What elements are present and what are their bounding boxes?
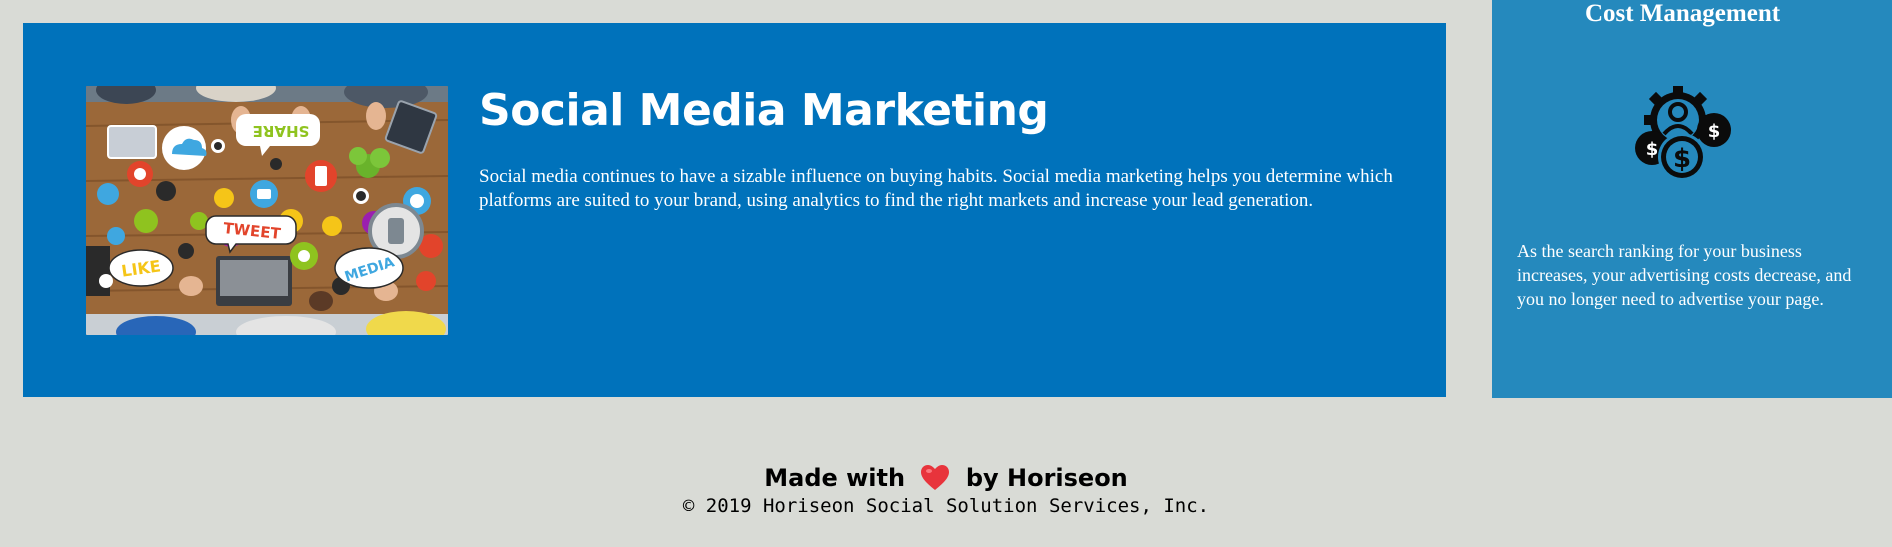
- benefit-description: As the search ranking for your business …: [1517, 241, 1852, 309]
- benefit-title: Cost Management: [1584, 0, 1781, 27]
- footer-made-with: Made with by Horiseon: [0, 462, 1892, 492]
- footer-made-prefix: Made with: [764, 464, 906, 492]
- heart-icon: [921, 465, 950, 491]
- section-title: Social Media Marketing: [479, 85, 1049, 136]
- footer-copyright: © 2019 Horiseon Social Solution Services…: [682, 495, 1210, 517]
- social-media-image: SHARE TWEET LIKE MEDIA: [86, 86, 448, 335]
- social-media-marketing-section: SHARE TWEET LIKE MEDIA Social Media Mark…: [23, 23, 1446, 397]
- share-bubble-text: SHARE: [253, 122, 310, 140]
- benefit-cost-management: Cost Management $ $ $ As the search rank…: [1492, 0, 1892, 398]
- money-gear-icon: $ $ $: [1632, 84, 1736, 184]
- footer-made-suffix: by Horiseon: [965, 464, 1128, 492]
- svg-text:$: $: [1708, 121, 1721, 142]
- svg-text:$: $: [1673, 144, 1691, 174]
- section-description: Social media continues to have a sizable…: [479, 166, 1393, 211]
- footer: Made with by Horiseon © 2019 Horiseon So…: [0, 462, 1892, 518]
- svg-text:$: $: [1646, 139, 1659, 160]
